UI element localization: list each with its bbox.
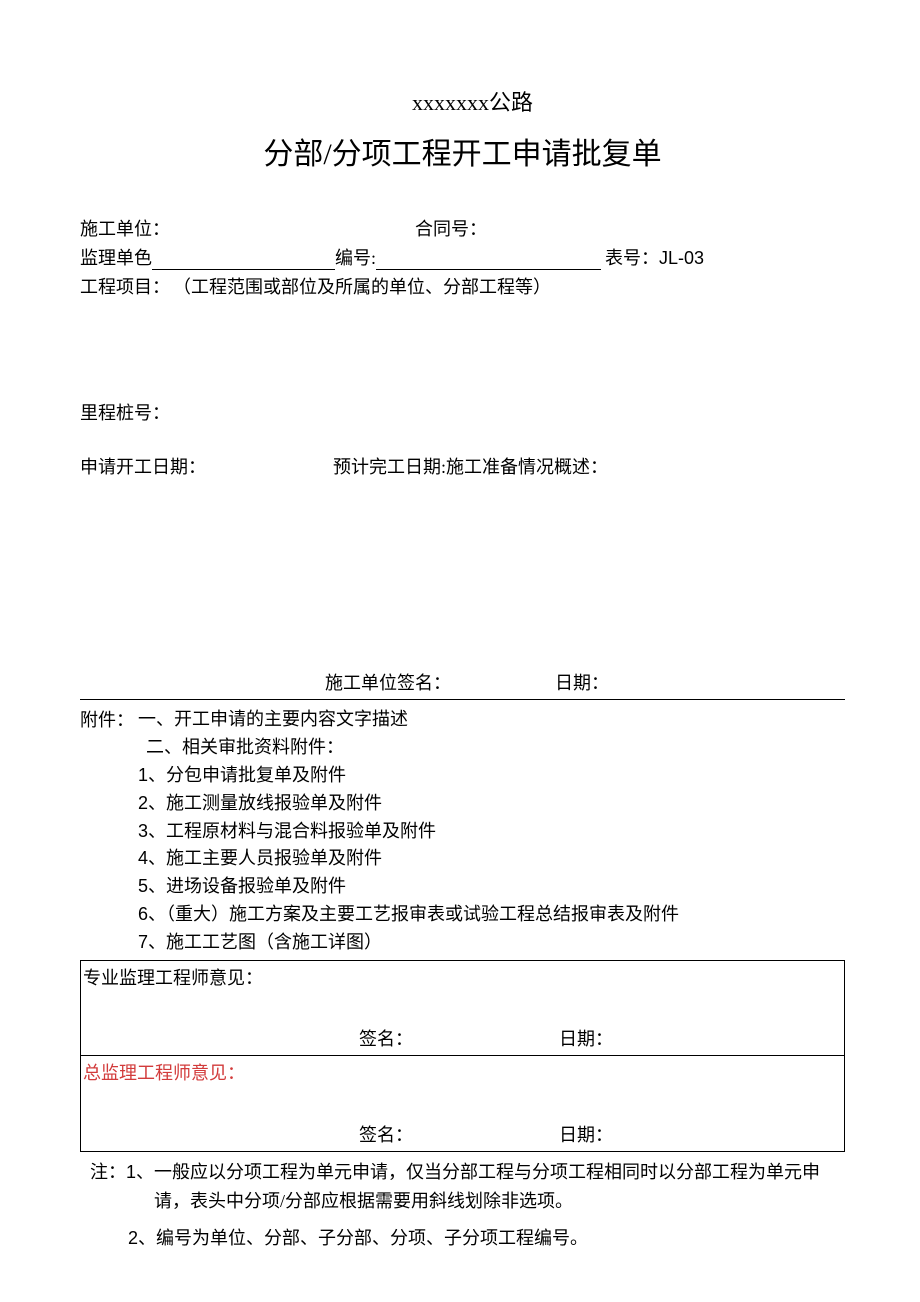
prof-sign-row: 签名： 日期： bbox=[81, 1025, 844, 1051]
notes-section: 注：1、 一般应以分项工程为单元申请，仅当分部工程与分项工程相同时以分部工程为单… bbox=[80, 1158, 845, 1252]
form-no-value: JL-03 bbox=[659, 248, 704, 268]
project-label: 工程项目： bbox=[80, 273, 170, 299]
attach-sub-7: 7、施工工艺图（含施工详图） bbox=[138, 929, 845, 957]
meta-row-2: 监理单色 编号: 表号：JL-03 bbox=[80, 244, 845, 270]
estimate-date-label: 预计完工日期:施工准备情况概述： bbox=[333, 453, 608, 479]
attach-sub-4: 4、施工主要人员报验单及附件 bbox=[138, 845, 845, 873]
construction-sign-label: 施工单位签名： bbox=[325, 669, 555, 695]
prof-sign-label: 签名： bbox=[359, 1025, 559, 1051]
project-desc: （工程范围或部位及所属的单位、分部工程等） bbox=[173, 273, 551, 299]
form-no-label: 表号： bbox=[605, 248, 659, 268]
prof-opinion-label: 专业监理工程师意见： bbox=[83, 964, 842, 990]
attach-label: 附件： bbox=[80, 706, 138, 734]
attach-sub-3: 3、工程原材料与混合料报验单及附件 bbox=[138, 818, 845, 846]
construction-sign-date-label: 日期： bbox=[555, 669, 609, 695]
attachments-section: 附件： 一、开工申请的主要内容文字描述 二、相关审批资料附件： 1、分包申请批复… bbox=[80, 706, 845, 957]
divider bbox=[80, 699, 845, 700]
contract-no-label: 合同号： bbox=[415, 215, 487, 241]
serial-no-label: 编号: bbox=[335, 244, 376, 270]
construction-sign-row: 施工单位签名： 日期： bbox=[80, 669, 845, 695]
attach-item-1: 一、开工申请的主要内容文字描述 bbox=[138, 706, 408, 734]
attach-item-2: 二、相关审批资料附件： bbox=[146, 734, 845, 762]
notes-text-1: 一般应以分项工程为单元申请，仅当分部工程与分项工程相同时以分部工程为单元申请，表… bbox=[154, 1158, 845, 1216]
attach-sub-5: 5、进场设备报验单及附件 bbox=[138, 873, 845, 901]
prof-sign-date-label: 日期： bbox=[559, 1025, 613, 1051]
prof-opinion-section: 专业监理工程师意见： 签名： 日期： bbox=[81, 961, 844, 1056]
page-title: 分部/分项工程开工申请批复单 bbox=[80, 129, 845, 173]
form-no: 表号：JL-03 bbox=[601, 244, 704, 270]
meta-row-1: 施工单位： 合同号： bbox=[80, 215, 845, 241]
header-road-name: xxxxxxx公路 bbox=[100, 85, 845, 117]
notes-prefix: 注： bbox=[90, 1162, 126, 1182]
supervision-unit-label: 监理单色 bbox=[80, 244, 152, 270]
serial-no-underline bbox=[376, 250, 601, 270]
attach-sub-6: 6、（重大）施工方案及主要工艺报审表或试验工程总结报审表及附件 bbox=[138, 901, 845, 929]
chief-sign-row: 签名： 日期： bbox=[81, 1121, 844, 1147]
notes-text-2: 编号为单位、分部、子分部、分项、子分项工程编号。 bbox=[156, 1224, 588, 1253]
chief-opinion-label: 总监理工程师意见： bbox=[83, 1059, 842, 1085]
project-row: 工程项目： （工程范围或部位及所属的单位、分部工程等） bbox=[80, 273, 845, 299]
apply-date-label: 申请开工日期： bbox=[80, 453, 333, 479]
date-row: 申请开工日期： 预计完工日期:施工准备情况概述： bbox=[80, 453, 845, 479]
notes-row-2: 2、 编号为单位、分部、子分部、分项、子分项工程编号。 bbox=[80, 1224, 845, 1253]
attach-sub-2: 2、施工测量放线报验单及附件 bbox=[138, 790, 845, 818]
construction-unit-label: 施工单位： bbox=[80, 215, 415, 241]
notes-num1-sep: 、 bbox=[136, 1162, 154, 1182]
opinion-box: 专业监理工程师意见： 签名： 日期： 总监理工程师意见： 签名： 日期： bbox=[80, 960, 845, 1152]
chief-opinion-section: 总监理工程师意见： 签名： 日期： bbox=[81, 1056, 844, 1151]
stake-row: 里程桩号： bbox=[80, 399, 845, 425]
chief-sign-label: 签名： bbox=[359, 1121, 559, 1147]
chief-sign-date-label: 日期： bbox=[559, 1121, 613, 1147]
notes-row-1: 注：1、 一般应以分项工程为单元申请，仅当分部工程与分项工程相同时以分部工程为单… bbox=[80, 1158, 845, 1216]
attach-sub-1: 1、分包申请批复单及附件 bbox=[138, 762, 845, 790]
notes-num2-sep: 、 bbox=[138, 1228, 156, 1248]
supervision-unit-underline bbox=[152, 250, 335, 270]
